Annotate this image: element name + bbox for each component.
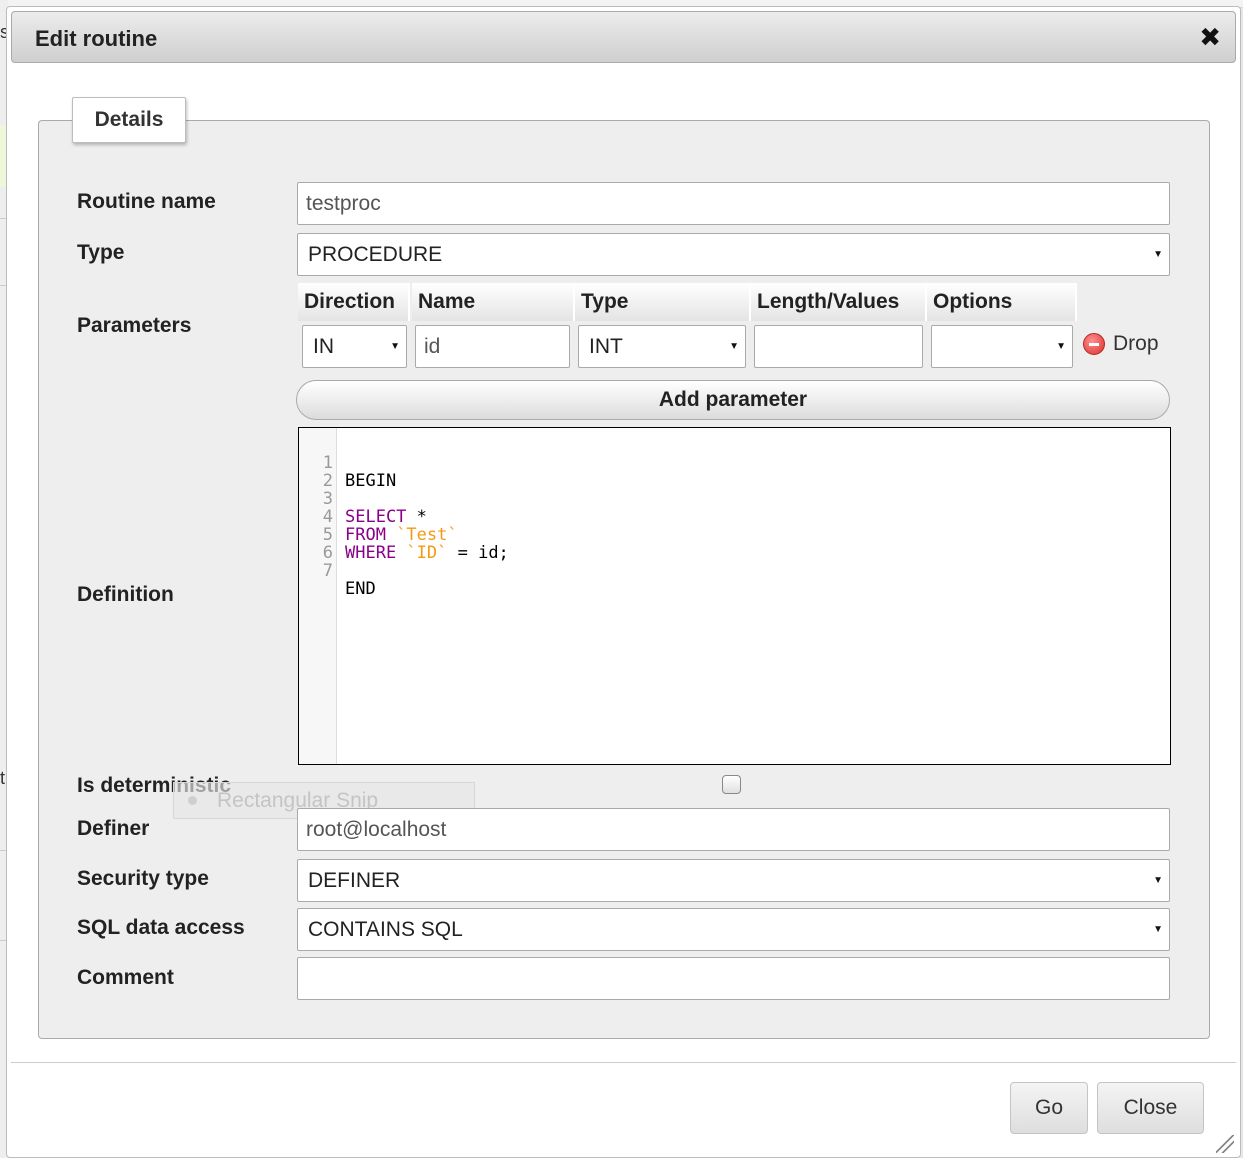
close-button[interactable]: Close [1097,1082,1204,1134]
param-header-length: Length/Values [751,283,927,321]
code-text: FROM `Test` [345,526,458,544]
param-header-direction: Direction [298,283,410,321]
close-icon[interactable]: ✖ [1199,22,1221,53]
code-line: 7 END [299,544,376,598]
param-type-value: INT [589,334,623,358]
parameters-label: Parameters [77,314,192,337]
param-options-select[interactable]: ▼ [931,325,1073,368]
tab-details[interactable]: Details [72,97,186,143]
code-line: 3 SELECT * [299,472,427,526]
type-label: Type [77,241,125,264]
definition-label: Definition [77,583,174,606]
drop-parameter-button[interactable]: Drop [1083,332,1159,356]
caret-down-icon: ▼ [1153,924,1163,935]
caret-down-icon: ▼ [1153,249,1163,260]
param-header-type: Type [575,283,751,321]
type-select-value: PROCEDURE [308,242,443,266]
caret-down-icon: ▼ [1153,875,1163,886]
sql-data-access-label: SQL data access [77,916,245,939]
param-name-value: id [424,334,441,358]
footer-divider [11,1062,1236,1063]
add-parameter-button[interactable]: Add parameter [296,380,1170,420]
routine-name-label: Routine name [77,190,216,213]
code-token: * [406,507,427,527]
comment-input[interactable] [297,957,1170,1000]
routine-name-value: testproc [306,191,381,215]
edit-routine-dialog: Edit routine ✖ Details Routine name Type… [6,6,1241,1158]
code-token: END [345,579,376,599]
line-number: 7 [322,561,333,581]
definer-label: Definer [77,817,150,840]
resize-grip-icon[interactable] [1216,1135,1234,1153]
dialog-titlebar[interactable]: Edit routine ✖ [11,11,1236,63]
caret-down-icon: ▼ [1056,341,1066,352]
code-line: 5 WHERE `ID` = id; [299,508,509,562]
sql-data-access-select[interactable]: CONTAINS SQL ▼ [297,908,1170,951]
caret-down-icon: ▼ [729,341,739,352]
definition-editor[interactable]: 1 BEGIN 2 3 SELECT * 4 FROM `Test` 5 WHE… [298,427,1171,765]
param-direction-value: IN [313,334,334,358]
caret-down-icon: ▼ [390,341,400,352]
param-direction-select[interactable]: IN ▼ [302,325,407,368]
code-line: 2 [299,454,360,490]
definer-input[interactable]: root@localhost [297,808,1170,851]
code-token: = id; [447,543,509,563]
security-type-label: Security type [77,867,209,890]
dialog-title: Edit routine [35,26,158,51]
code-line: 4 FROM `Test` [299,490,458,544]
code-line: 6 [299,526,360,562]
sql-data-access-value: CONTAINS SQL [308,917,463,941]
comment-label: Comment [77,966,174,989]
param-name-input[interactable]: id [415,325,570,368]
minus-circle-icon [1083,333,1105,355]
type-select[interactable]: PROCEDURE ▼ [297,233,1170,276]
background-char: t [0,768,6,788]
param-header-options: Options [927,283,1077,321]
is-deterministic-checkbox[interactable] [722,775,741,794]
routine-name-input[interactable]: testproc [297,182,1170,225]
code-text: END [345,580,376,598]
snip-dot-icon [188,796,197,805]
code-identifier: `Test` [385,525,458,545]
code-identifier: `ID` [396,543,448,563]
code-line: 1 BEGIN [299,436,396,490]
definer-value: root@localhost [306,817,447,841]
param-length-input[interactable] [754,325,923,368]
security-type-value: DEFINER [308,868,401,892]
param-header-name: Name [412,283,575,321]
drop-label: Drop [1113,332,1159,355]
param-type-select[interactable]: INT ▼ [578,325,746,368]
code-text: WHERE `ID` = id; [345,544,509,562]
security-type-select[interactable]: DEFINER ▼ [297,859,1170,902]
go-button[interactable]: Go [1010,1082,1088,1134]
